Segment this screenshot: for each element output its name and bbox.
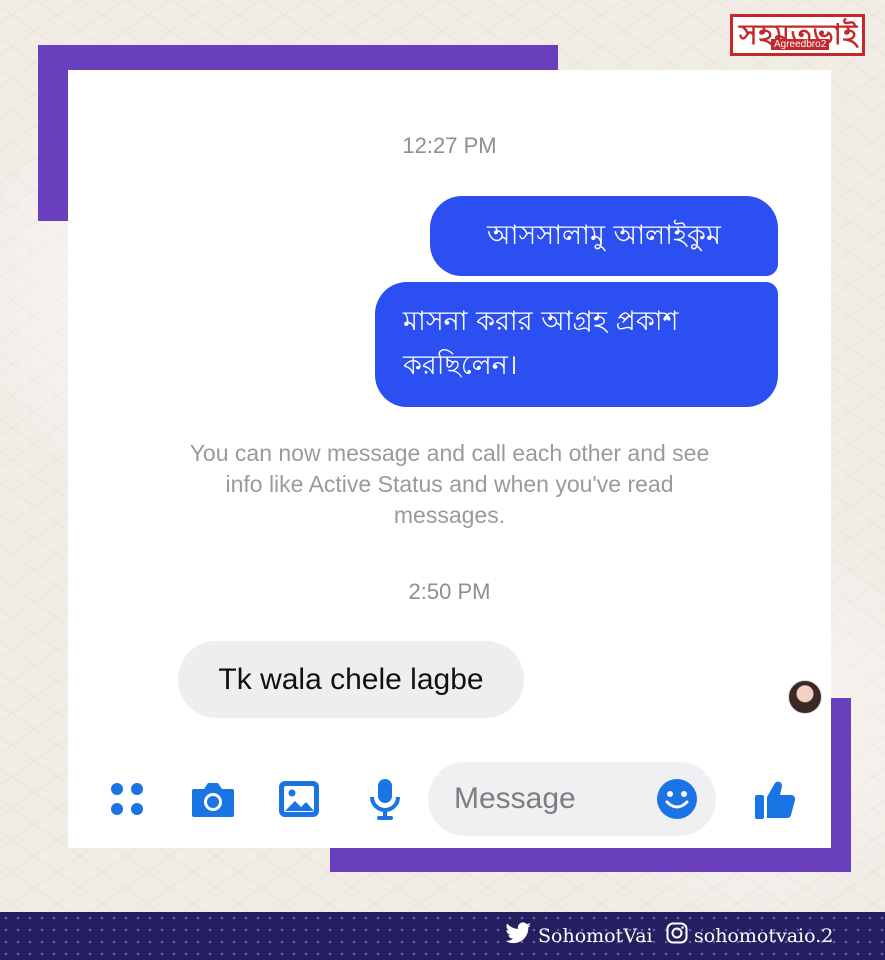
apps-icon[interactable] xyxy=(104,776,150,822)
outgoing-message[interactable]: মাসনা করার আগ্রহ প্রকাশ করছিলেন। xyxy=(375,282,778,407)
microphone-icon[interactable] xyxy=(362,776,408,822)
message-placeholder: Message xyxy=(454,782,576,815)
twitter-link[interactable]: SohomotVai xyxy=(505,922,653,949)
message-input[interactable]: Message xyxy=(428,762,716,836)
twitter-handle: SohomotVai xyxy=(538,924,653,947)
outgoing-message[interactable]: আসসালামু আলাইকুম xyxy=(430,196,778,276)
thumbs-up-icon[interactable] xyxy=(752,776,798,822)
brand-logo: সহমতভাই Agreedbro2 xyxy=(730,14,865,56)
gallery-icon[interactable] xyxy=(276,776,322,822)
incoming-message[interactable]: Tk wala chele lagbe xyxy=(178,641,524,718)
timestamp: 2:50 PM xyxy=(408,579,491,604)
twitter-icon xyxy=(505,922,538,949)
read-receipt-avatar xyxy=(788,680,822,714)
camera-icon[interactable] xyxy=(190,776,236,822)
frame-right xyxy=(831,698,851,872)
instagram-handle: sohomotvaio.2 xyxy=(694,924,834,947)
logo-subtext: Agreedbro2 xyxy=(771,39,830,50)
chat-screenshot: 12:27 PM আসসালামু আলাইকুম মাসনা করার আগ্… xyxy=(68,70,831,848)
emoji-icon[interactable] xyxy=(656,778,698,820)
footer-bar: SohomotVai sohomotvaio.2 xyxy=(0,912,885,960)
instagram-icon xyxy=(666,922,694,949)
frame-bottom xyxy=(330,848,851,872)
frame-top xyxy=(38,45,558,70)
timestamp: 12:27 PM xyxy=(402,133,497,158)
frame-left xyxy=(38,45,68,221)
instagram-link[interactable]: sohomotvaio.2 xyxy=(666,922,833,949)
system-message: You can now message and call each other … xyxy=(189,440,710,528)
